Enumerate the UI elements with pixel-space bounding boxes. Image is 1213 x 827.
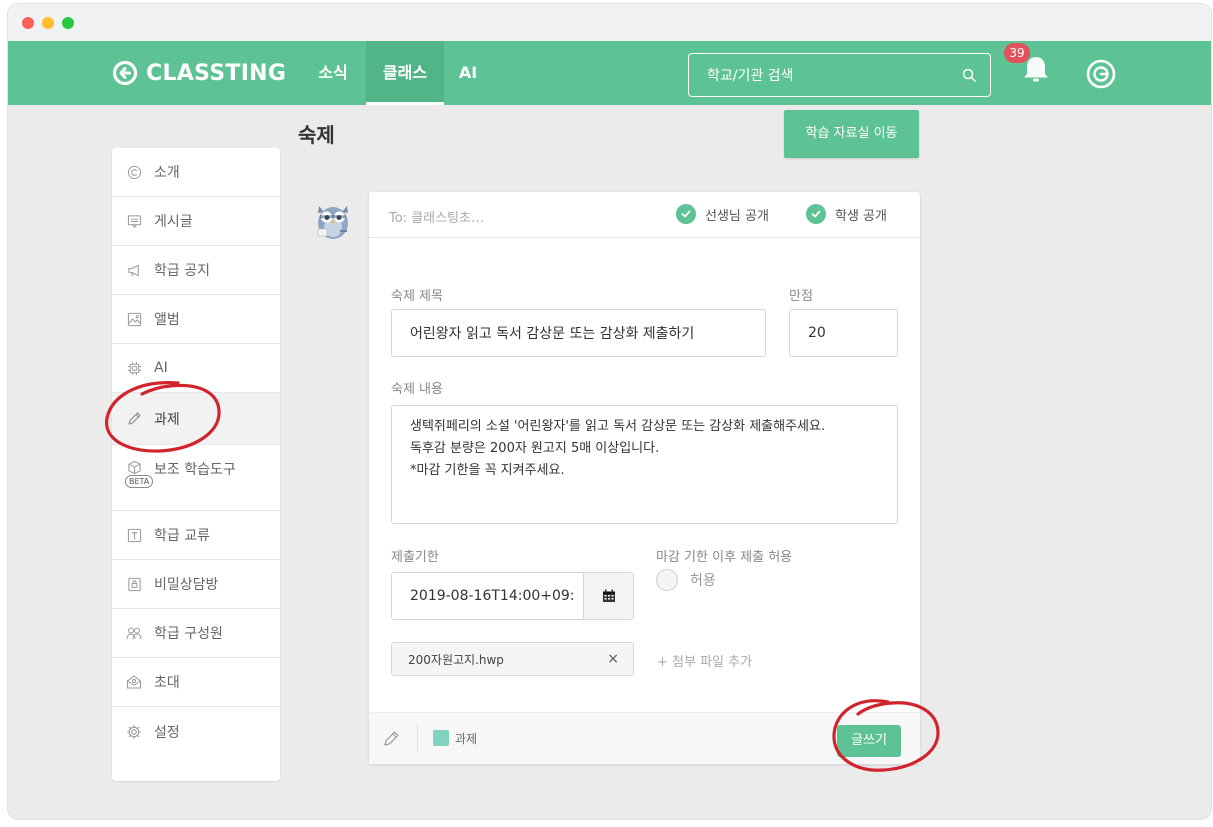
invite-icon	[126, 674, 142, 690]
chip-icon	[126, 360, 142, 376]
content-line: 생텍쥐페리의 소설 '어린왕자'를 읽고 독서 감상문 또는 감상화 제출해주세…	[410, 419, 826, 434]
copyright-icon	[126, 164, 142, 180]
cube-icon	[126, 459, 142, 475]
content-line: 독후감 분량은 200자 원고지 5매 이상입니다.	[410, 441, 660, 456]
homework-form-card: To: 클래스팅초… 선생님 공개 학생 공개 숙제 제목 만점 어린왕자 읽고…	[369, 192, 920, 764]
deadline-picker: 2019-08-16T14:00+09:	[391, 572, 634, 620]
sidebar-item-label: 소개	[154, 165, 180, 181]
class-sidebar: 소개 게시글 학급 공지 앨범 AI 과제 보조 학습도구 BETA 학급 교류…	[112, 148, 280, 781]
nav-tab-news[interactable]: 소식	[310, 41, 356, 105]
sidebar-item-label: 학급 구성원	[154, 626, 223, 642]
card-footer: 과제 글쓰기	[369, 712, 920, 764]
image-icon	[126, 311, 142, 327]
classting-logo[interactable]: CLASSTING	[112, 55, 286, 91]
notification-badge: 39	[1004, 43, 1030, 63]
attached-file-chip: 200자원고지.hwp ×	[391, 642, 634, 676]
calendar-icon	[602, 589, 615, 602]
sidebar-item-album[interactable]: 앨범	[112, 295, 280, 344]
sidebar-item-learning-tools[interactable]: 보조 학습도구 BETA	[112, 445, 280, 511]
search-placeholder: 학교/기관 검색	[707, 68, 794, 84]
allow-late-option-label: 허용	[690, 573, 716, 589]
sidebar-item-invite[interactable]: 초대	[112, 658, 280, 707]
sidebar-item-label: 학급 교류	[154, 528, 210, 544]
beta-badge: BETA	[125, 475, 154, 488]
gear-icon	[126, 724, 142, 740]
top-navbar: CLASSTING 소식 클래스 AI 학교/기관 검색 39	[8, 41, 1211, 105]
sidebar-item-label: 과제	[154, 411, 180, 428]
footer-divider	[417, 725, 418, 753]
homework-content-textarea[interactable]: 생텍쥐페리의 소설 '어린왕자'를 읽고 독서 감상문 또는 감상화 제출해주세…	[391, 405, 898, 524]
student-public-toggle[interactable]: 학생 공개	[806, 204, 887, 224]
recipient-selector[interactable]: To: 클래스팅초…	[389, 207, 484, 226]
minimize-window-button[interactable]	[42, 17, 54, 29]
go-to-library-button[interactable]: 학습 자료실 이동	[784, 110, 919, 158]
allow-late-radio[interactable]: 허용	[656, 569, 716, 591]
deadline-input[interactable]: 2019-08-16T14:00+09:	[392, 573, 583, 619]
check-circle-icon	[806, 204, 826, 224]
sidebar-item-label: 초대	[154, 675, 180, 691]
add-attachment-link[interactable]: + 첨부 파일 추가	[657, 651, 752, 670]
post-icon	[126, 213, 142, 229]
sidebar-item-exchange[interactable]: 학급 교류	[112, 511, 280, 560]
audience-bar: To: 클래스팅초… 선생님 공개 학생 공개	[369, 192, 920, 238]
sidebar-item-ai[interactable]: AI	[112, 344, 280, 393]
attached-file-name: 200자원고지.hwp	[408, 652, 504, 667]
t-box-icon	[126, 527, 142, 543]
remove-file-button[interactable]: ×	[607, 651, 619, 667]
school-search-input[interactable]: 학교/기관 검색	[688, 53, 991, 97]
browser-window: CLASSTING 소식 클래스 AI 학교/기관 검색 39 소개 게시글 학…	[8, 4, 1211, 819]
sidebar-item-label: 보조 학습도구	[154, 462, 236, 478]
sidebar-item-intro[interactable]: 소개	[112, 148, 280, 197]
assignment-tag-label: 과제	[455, 732, 478, 746]
sidebar-item-label: AI	[154, 360, 168, 376]
assignment-tag-color	[433, 730, 449, 746]
close-window-button[interactable]	[22, 17, 34, 29]
sidebar-item-label: 학급 공지	[154, 263, 210, 279]
owl-avatar-icon	[317, 206, 348, 239]
classting-logo-icon	[112, 60, 138, 86]
radio-circle[interactable]	[656, 569, 678, 591]
submit-post-button[interactable]: 글쓰기	[837, 725, 901, 757]
members-icon	[126, 625, 142, 641]
search-icon[interactable]	[962, 68, 976, 82]
sidebar-item-members[interactable]: 학급 구성원	[112, 609, 280, 658]
profile-avatar-icon[interactable]	[1086, 59, 1116, 89]
homework-content-label: 숙제 내용	[391, 382, 443, 397]
sidebar-item-counseling[interactable]: 비밀상담방	[112, 560, 280, 609]
max-score-label: 만점	[789, 289, 813, 304]
logo-text: CLASSTING	[146, 60, 287, 86]
deadline-label: 제출기한	[391, 550, 439, 565]
title-bar	[8, 4, 1211, 41]
sidebar-item-label: 게시글	[154, 214, 193, 230]
megaphone-icon	[126, 262, 142, 278]
sidebar-item-assignment[interactable]: 과제	[112, 393, 280, 445]
sidebar-item-posts[interactable]: 게시글	[112, 197, 280, 246]
sidebar-item-label: 앨범	[154, 312, 180, 328]
content-line: *마감 기한을 꼭 지켜주세요.	[410, 463, 565, 478]
teacher-public-toggle[interactable]: 선생님 공개	[676, 204, 769, 224]
sidebar-item-notice[interactable]: 학급 공지	[112, 246, 280, 295]
nav-tab-class[interactable]: 클래스	[366, 41, 444, 105]
maximize-window-button[interactable]	[62, 17, 74, 29]
homework-title-input[interactable]: 어린왕자 읽고 독서 감상문 또는 감상화 제출하기	[391, 309, 766, 357]
pencil-icon	[126, 411, 142, 427]
homework-title-label: 숙제 제목	[391, 289, 443, 304]
late-submission-label: 마감 기한 이후 제출 허용	[656, 550, 793, 565]
sidebar-item-label: 비밀상담방	[154, 577, 219, 593]
page-title: 숙제	[298, 123, 335, 147]
check-circle-icon	[676, 204, 696, 224]
max-score-input[interactable]: 20	[789, 309, 898, 357]
sidebar-item-label: 설정	[154, 724, 180, 741]
teacher-public-label: 선생님 공개	[705, 208, 769, 224]
pencil-icon[interactable]	[381, 729, 401, 749]
calendar-button[interactable]	[583, 573, 633, 619]
student-public-label: 학생 공개	[835, 208, 887, 224]
sidebar-item-settings[interactable]: 설정	[112, 707, 280, 756]
lock-box-icon	[126, 576, 142, 592]
nav-tab-ai[interactable]: AI	[454, 41, 482, 105]
